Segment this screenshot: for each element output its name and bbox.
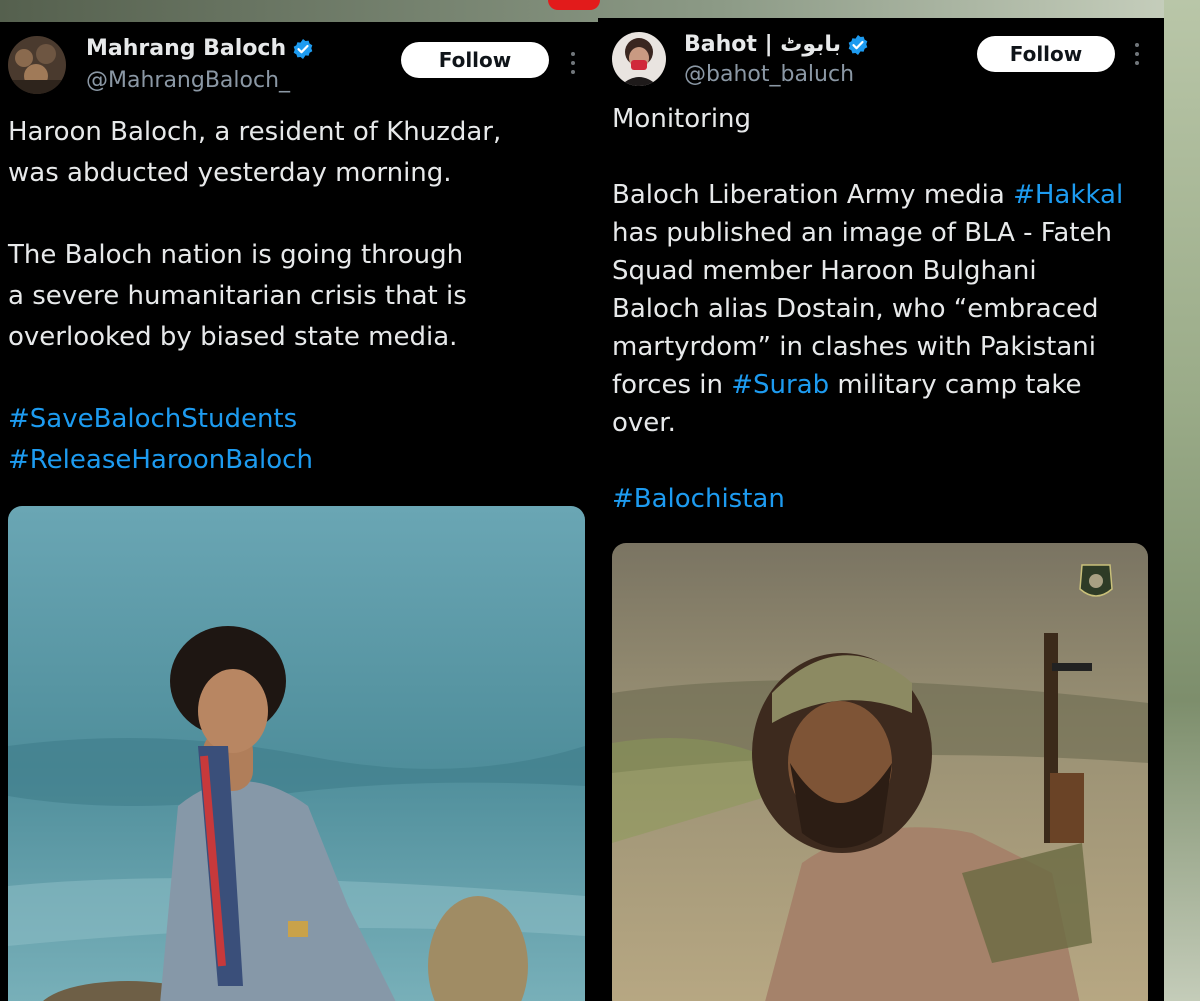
more-options-icon[interactable]	[571, 52, 577, 74]
post-text-line: Baloch Liberation Army media #Hakkal	[612, 180, 1124, 210]
post-text-line: martyrdom” in clashes with Pakistani	[612, 332, 1097, 362]
post-text-line: forces in #Surab military camp take	[612, 370, 1082, 400]
more-options-icon[interactable]	[1135, 43, 1141, 65]
post-bahot-baluch: Bahot | بابوٹ @bahot_baluch Follow Monit…	[598, 18, 1164, 1001]
author-name[interactable]: Bahot | بابوٹ	[684, 32, 841, 57]
post-image[interactable]	[612, 543, 1148, 1001]
avatar[interactable]	[8, 36, 66, 94]
post-text-line: has published an image of BLA - Fateh	[612, 218, 1112, 248]
verified-badge-icon	[293, 38, 313, 59]
verified-badge-icon	[848, 34, 868, 55]
author-name[interactable]: Mahrang Baloch	[86, 36, 286, 61]
author-handle[interactable]: @MahrangBaloch_	[86, 68, 290, 93]
avatar[interactable]	[612, 32, 666, 86]
red-mark-decoration	[548, 0, 600, 10]
follow-button[interactable]: Follow	[401, 42, 549, 78]
follow-button[interactable]: Follow	[977, 36, 1115, 72]
post-text-line: Squad member Haroon Bulghani	[612, 256, 1037, 286]
hashtag-link[interactable]: #ReleaseHaroonBaloch	[8, 440, 593, 481]
post-mahrang-baloch: Mahrang Baloch @MahrangBaloch_ Follow Ha…	[0, 22, 598, 1001]
hashtag-link[interactable]: #Balochistan	[612, 480, 1157, 518]
hashtag-link[interactable]: #SaveBalochStudents	[8, 399, 593, 440]
post-text-line: Haroon Baloch, a resident of Khuzdar,	[8, 117, 502, 147]
author-handle[interactable]: @bahot_baluch	[684, 62, 854, 87]
background-edge	[1164, 0, 1200, 1001]
post-text-line: over.	[612, 408, 676, 438]
hashtag-link[interactable]: #Surab	[731, 370, 829, 400]
post-text-line: was abducted yesterday morning.	[8, 158, 452, 188]
post-text-line: overlooked by biased state media.	[8, 322, 458, 352]
post-text-line: Monitoring	[612, 104, 752, 134]
post-image[interactable]	[8, 506, 585, 1001]
hashtag-link[interactable]: #Hakkal	[1013, 180, 1123, 210]
post-text-line: Baloch alias Dostain, who “embraced	[612, 294, 1099, 324]
post-text: Monitoring Baloch Liberation Army media …	[612, 100, 1157, 518]
post-text-line: The Baloch nation is going through	[8, 240, 464, 270]
post-text: Haroon Baloch, a resident of Khuzdar, wa…	[8, 112, 593, 481]
post-text-line: a severe humanitarian crisis that is	[8, 281, 467, 311]
